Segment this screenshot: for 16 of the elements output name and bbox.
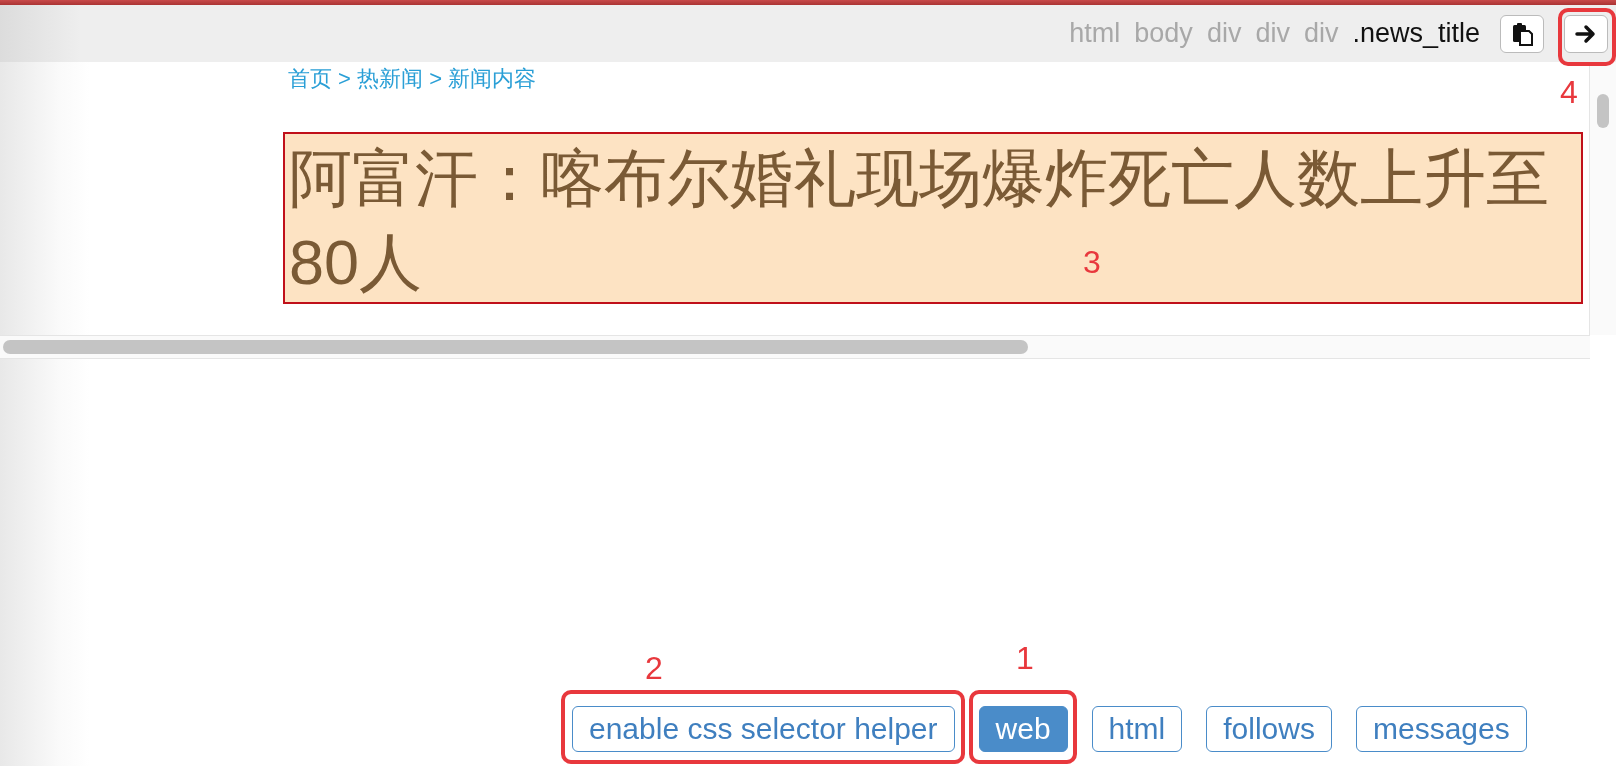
annotation-number: 4 xyxy=(1560,74,1578,111)
dom-path-item[interactable]: .news_title xyxy=(1352,18,1480,49)
annotation-number: 2 xyxy=(645,650,663,687)
dom-path-item[interactable]: html xyxy=(1069,18,1121,49)
mode-button[interactable]: enable css selector helper xyxy=(572,706,955,752)
dom-path-item[interactable]: div xyxy=(1303,18,1339,49)
dom-path-item[interactable]: div xyxy=(1255,18,1290,49)
dom-path-item[interactable]: div xyxy=(1206,18,1242,49)
annotation-number: 3 xyxy=(1083,244,1101,281)
mode-button[interactable]: html xyxy=(1091,706,1183,752)
mode-button[interactable]: follows xyxy=(1206,706,1332,752)
mode-button[interactable]: web xyxy=(978,706,1068,752)
breadcrumb[interactable]: 首页 > 热新闻 > 新闻内容 xyxy=(288,64,537,94)
annotation-number: 1 xyxy=(1016,640,1034,677)
mode-button[interactable]: messages xyxy=(1355,706,1527,752)
dom-path-item[interactable]: body xyxy=(1134,18,1193,49)
